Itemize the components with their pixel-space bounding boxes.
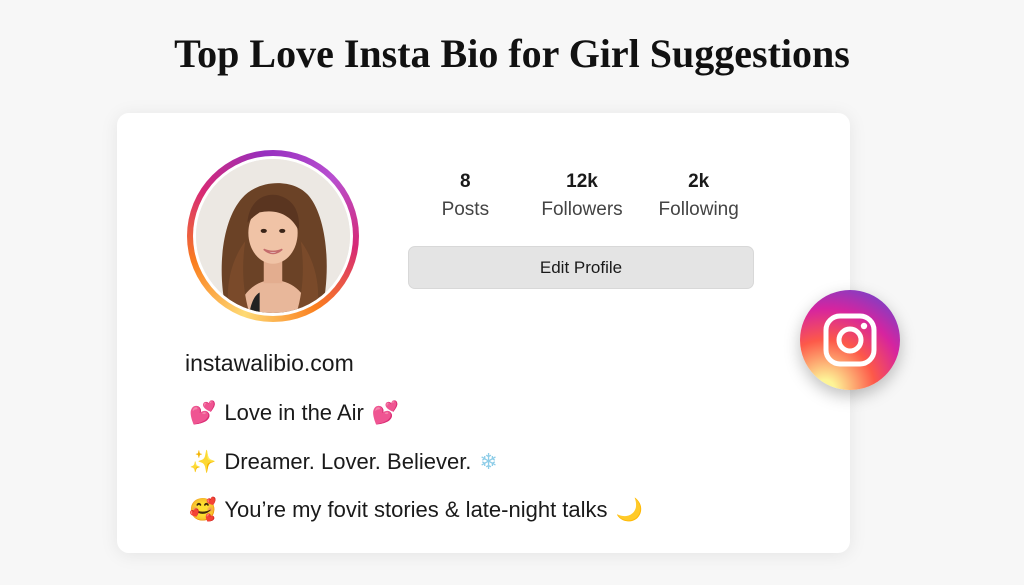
- website-link[interactable]: instawalibio.com: [185, 350, 354, 377]
- two-hearts-icon: 💕: [371, 400, 400, 426]
- crescent-moon-icon: 🌙: [615, 497, 643, 523]
- profile-photo: [196, 159, 350, 313]
- snowflake-icon: ❄: [479, 449, 498, 475]
- sparkles-icon: ✨: [189, 449, 217, 475]
- profile-stats: 8 Posts 12k Followers 2k Following: [407, 171, 757, 221]
- followers-count: 12k: [566, 171, 598, 192]
- stat-followers[interactable]: 12k Followers: [524, 171, 641, 221]
- bio-text: Dreamer. Lover. Believer.: [224, 449, 472, 474]
- instagram-icon: [823, 313, 877, 367]
- two-hearts-icon: 💕: [189, 400, 217, 426]
- edit-profile-button[interactable]: Edit Profile: [408, 246, 754, 289]
- profile-card: 8 Posts 12k Followers 2k Following Edit …: [117, 113, 850, 553]
- avatar[interactable]: [187, 150, 359, 322]
- posts-count: 8: [460, 171, 471, 192]
- stat-following[interactable]: 2k Following: [640, 171, 757, 221]
- bio-text: Love in the Air: [224, 400, 364, 425]
- instagram-badge: [800, 290, 900, 390]
- bio-line: 💕 Love in the Air 💕: [189, 400, 399, 426]
- profile-photo-icon: [196, 159, 350, 313]
- page-title: Top Love Insta Bio for Girl Suggestions: [174, 31, 850, 76]
- stat-posts[interactable]: 8 Posts: [407, 171, 524, 221]
- smiling-face-with-hearts-icon: 🥰: [189, 497, 217, 523]
- following-count: 2k: [688, 171, 710, 192]
- following-label: Following: [658, 199, 739, 220]
- posts-label: Posts: [441, 199, 490, 220]
- followers-label: Followers: [541, 199, 623, 220]
- bio-text: You’re my fovit stories & late-night tal…: [224, 497, 608, 522]
- bio-line: 🥰 You’re my fovit stories & late-night t…: [189, 497, 643, 523]
- bio-line: ✨ Dreamer. Lover. Believer. ❄: [189, 449, 498, 475]
